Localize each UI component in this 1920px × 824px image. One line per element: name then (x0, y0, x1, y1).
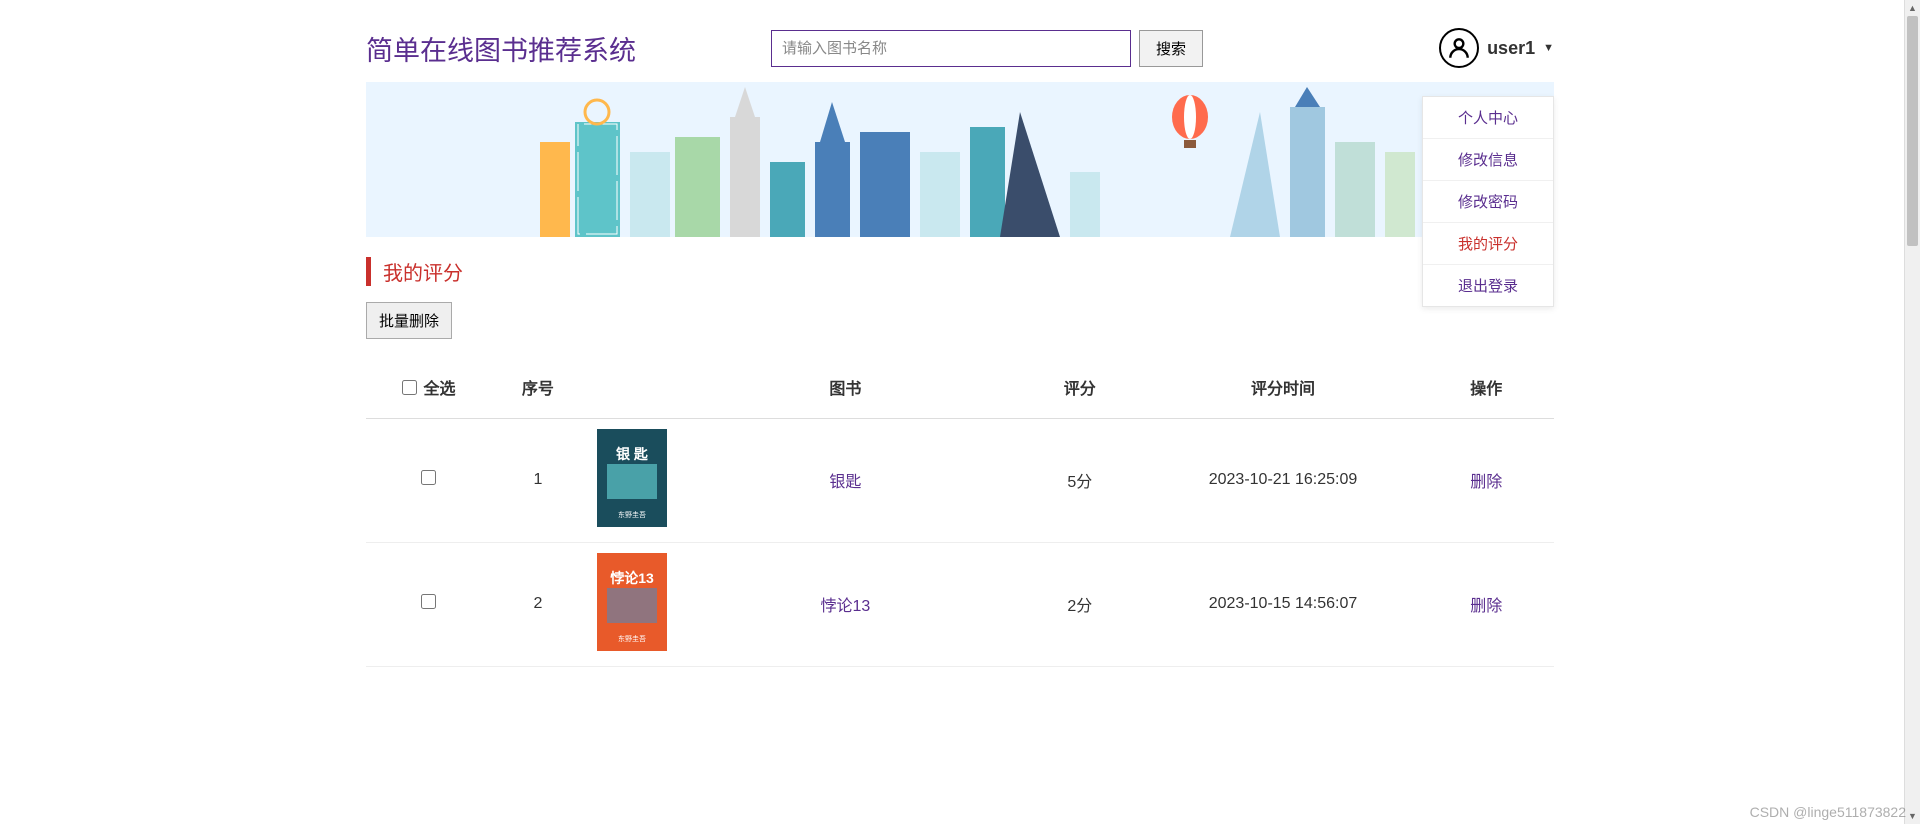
scroll-down-icon[interactable]: ▼ (1905, 808, 1920, 824)
row-time: 2023-10-21 16:25:09 (1148, 418, 1419, 542)
book-cover-image[interactable]: 银 匙 东野圭吾 (597, 429, 667, 527)
book-cover-image[interactable]: 悖论13 东野圭吾 (597, 553, 667, 651)
select-all-label: 全选 (424, 375, 456, 399)
scroll-thumb[interactable] (1907, 16, 1918, 246)
header-rating: 评分 (1012, 357, 1147, 418)
scrollbar[interactable]: ▲ ▼ (1904, 0, 1920, 824)
svg-text:银 匙: 银 匙 (616, 446, 649, 462)
row-rating: 5分 (1012, 418, 1147, 542)
header-time: 评分时间 (1148, 357, 1419, 418)
table-row: 2 悖论13 东野圭吾 悖论13 2分 2023-10-15 14:56:07 … (366, 542, 1554, 666)
dropdown-item[interactable]: 我的评分 (1423, 223, 1553, 265)
banner-image (366, 82, 1554, 237)
dropdown-item[interactable]: 修改信息 (1423, 139, 1553, 181)
header-op: 操作 (1418, 357, 1554, 418)
svg-text:东野圭吾: 东野圭吾 (618, 634, 646, 643)
book-title-link[interactable]: 银匙 (829, 474, 861, 491)
user-name: user1 (1487, 38, 1535, 59)
watermark: CSDN @linge511873822 (1750, 804, 1906, 820)
search-form: 搜索 (771, 30, 1203, 67)
delete-link[interactable]: 删除 (1470, 598, 1502, 615)
header-seq: 序号 (491, 357, 585, 418)
batch-delete-button[interactable]: 批量删除 (366, 302, 452, 339)
row-checkbox[interactable] (421, 470, 436, 485)
row-time: 2023-10-15 14:56:07 (1148, 542, 1419, 666)
section-title: 我的评分 (366, 257, 1554, 286)
row-rating: 2分 (1012, 542, 1147, 666)
user-dropdown: 个人中心修改信息修改密码我的评分退出登录 (1422, 96, 1554, 307)
user-menu-trigger[interactable]: user1 ▼ 个人中心修改信息修改密码我的评分退出登录 (1439, 28, 1554, 68)
header: 简单在线图书推荐系统 搜索 user1 ▼ 个人中心修改信息修改密码我的评分退出… (366, 0, 1554, 82)
header-book: 图书 (679, 357, 1012, 418)
avatar-icon (1439, 28, 1479, 68)
svg-text:东野圭吾: 东野圭吾 (618, 510, 646, 519)
select-all-checkbox[interactable] (402, 380, 417, 395)
search-button[interactable]: 搜索 (1139, 30, 1203, 67)
dropdown-item[interactable]: 修改密码 (1423, 181, 1553, 223)
caret-down-icon: ▼ (1543, 42, 1554, 54)
site-title: 简单在线图书推荐系统 (366, 29, 636, 68)
row-checkbox[interactable] (421, 594, 436, 609)
search-input[interactable] (771, 30, 1131, 67)
dropdown-item[interactable]: 个人中心 (1423, 97, 1553, 139)
book-title-link[interactable]: 悖论13 (820, 598, 870, 615)
row-seq: 2 (491, 542, 585, 666)
delete-link[interactable]: 删除 (1470, 474, 1502, 491)
dropdown-item[interactable]: 退出登录 (1423, 265, 1553, 306)
scroll-up-icon[interactable]: ▲ (1905, 0, 1920, 16)
row-seq: 1 (491, 418, 585, 542)
ratings-table: 全选 序号 图书 评分 评分时间 操作 1 银 匙 东野圭吾 (366, 357, 1554, 667)
svg-text:悖论13: 悖论13 (610, 570, 654, 586)
table-row: 1 银 匙 东野圭吾 银匙 5分 2023-10-21 16:25:09 删除 (366, 418, 1554, 542)
